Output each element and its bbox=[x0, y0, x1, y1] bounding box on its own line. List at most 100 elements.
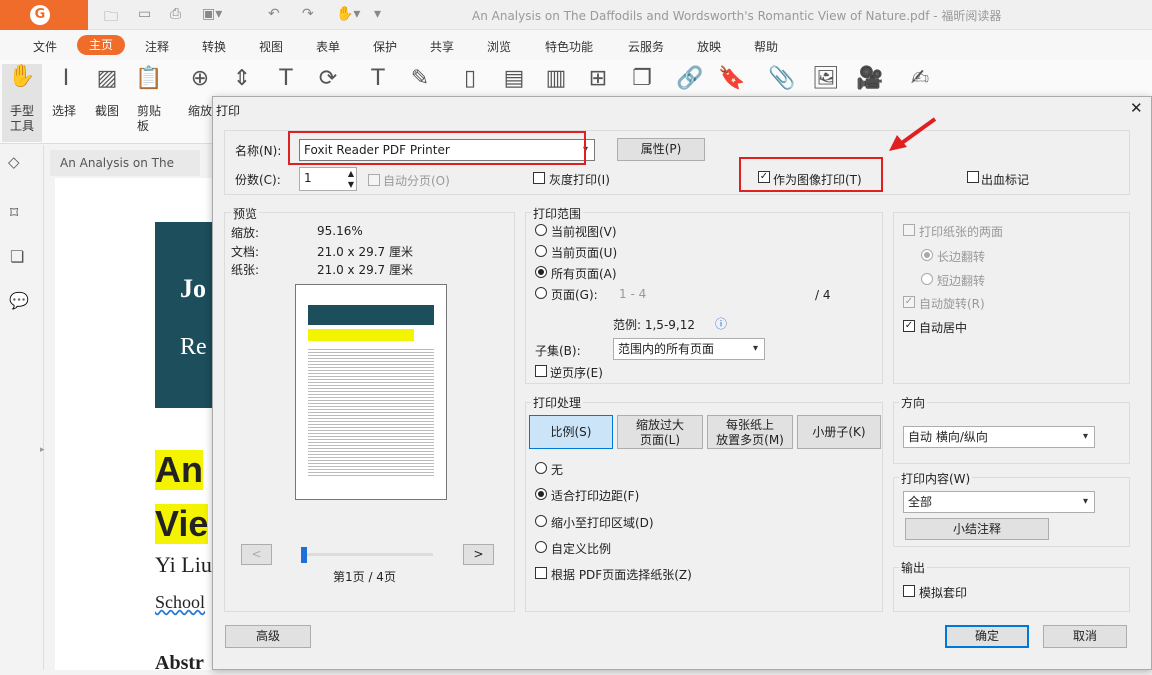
clipboard-label[interactable]: 剪贴 板 bbox=[137, 104, 161, 134]
bookmark-ribbon-icon[interactable]: 🔖 bbox=[714, 66, 750, 96]
attach-icon[interactable]: 📎 bbox=[764, 66, 800, 96]
shrink-radio[interactable] bbox=[535, 515, 547, 527]
collate-checkbox[interactable] bbox=[368, 174, 380, 186]
text-icon[interactable]: T bbox=[268, 66, 304, 96]
save-icon[interactable]: ▭ bbox=[138, 6, 151, 22]
ok-button[interactable]: 确定 bbox=[945, 625, 1029, 648]
both-sides-checkbox[interactable] bbox=[903, 224, 915, 236]
auto-rotate-checkbox[interactable]: ✓ bbox=[903, 296, 915, 308]
undo-icon[interactable]: ↶ bbox=[268, 6, 280, 22]
page-slider-track[interactable] bbox=[301, 553, 433, 556]
grayscale-checkbox[interactable] bbox=[533, 172, 545, 184]
select-icon[interactable]: Ⅰ bbox=[48, 66, 84, 96]
tab-booklet[interactable]: 小册子(K) bbox=[797, 415, 881, 449]
bleed-marks-checkbox[interactable] bbox=[967, 171, 979, 183]
doc-title-line-1: An bbox=[155, 449, 203, 490]
print-icon[interactable]: ⎙ bbox=[170, 6, 181, 22]
hand-icon: ✋ bbox=[8, 64, 36, 89]
pages-icon[interactable]: ❏ bbox=[10, 247, 24, 266]
scale-none-radio[interactable] bbox=[535, 462, 547, 474]
eraser-icon[interactable]: ◇ bbox=[8, 153, 20, 171]
cancel-button[interactable]: 取消 bbox=[1043, 625, 1127, 648]
open-icon[interactable]: 🗀 bbox=[104, 6, 118, 30]
orientation-select[interactable]: 自动 横向/纵向 ▾ bbox=[903, 426, 1095, 448]
expand-panel-icon[interactable]: ▸ bbox=[40, 445, 45, 455]
current-view-radio[interactable] bbox=[535, 224, 547, 236]
page-icon[interactable]: ▯ bbox=[452, 66, 488, 96]
menu-browse[interactable]: 浏览 bbox=[487, 38, 511, 55]
info-icon[interactable]: ⓘ bbox=[715, 315, 727, 332]
menu-help[interactable]: 帮助 bbox=[754, 38, 778, 55]
advanced-button[interactable]: 高级 bbox=[225, 625, 311, 648]
menu-convert[interactable]: 转换 bbox=[202, 38, 226, 55]
close-icon[interactable]: ✕ bbox=[1130, 99, 1143, 117]
zoom-label[interactable]: 缩放 bbox=[188, 104, 212, 119]
print-content-value: 全部 bbox=[908, 495, 933, 509]
menu-slideshow[interactable]: 放映 bbox=[697, 38, 721, 55]
copies-input[interactable]: 1 ▲ ▼ bbox=[299, 167, 357, 191]
prev-page-button[interactable]: < bbox=[241, 544, 272, 565]
next-page-button[interactable]: > bbox=[463, 544, 494, 565]
long-edge-radio[interactable] bbox=[921, 249, 933, 261]
short-edge-label: 短边翻转 bbox=[937, 274, 986, 288]
hand-tool-button[interactable]: ✋ 手型 工具 bbox=[2, 64, 42, 142]
all-pages-radio[interactable] bbox=[535, 266, 547, 278]
video-icon[interactable]: 🎥 bbox=[852, 66, 888, 96]
choose-paper-checkbox[interactable] bbox=[535, 567, 547, 579]
menu-share[interactable]: 共享 bbox=[430, 38, 454, 55]
tab-scale[interactable]: 比例(S) bbox=[529, 415, 613, 449]
screenshot-icon[interactable]: ▨ bbox=[89, 66, 125, 96]
simulate-overprint-checkbox[interactable] bbox=[903, 585, 915, 597]
menu-comment[interactable]: 注释 bbox=[145, 38, 169, 55]
document-tab[interactable]: An Analysis on The Daf... bbox=[50, 150, 200, 196]
current-page-radio[interactable] bbox=[535, 245, 547, 257]
page-slider-thumb[interactable] bbox=[301, 547, 307, 563]
menu-view[interactable]: 视图 bbox=[259, 38, 283, 55]
pages-range-input[interactable]: 1 - 4 bbox=[619, 287, 646, 301]
bookmark-icon[interactable]: ⌑ bbox=[10, 203, 18, 222]
menu-features[interactable]: 特色功能 bbox=[545, 38, 593, 55]
clipboard-icon[interactable]: 📋 bbox=[131, 66, 167, 96]
tab-tile-large[interactable]: 缩放过大 页面(L) bbox=[617, 415, 703, 449]
typewriter-icon[interactable]: T bbox=[360, 66, 396, 96]
menu-home[interactable]: 主页 bbox=[77, 35, 125, 55]
redo-icon[interactable]: ↷ bbox=[302, 6, 314, 22]
screen-icon[interactable]: ▣▾ bbox=[202, 6, 222, 22]
hand-quick-icon[interactable]: ✋▾ bbox=[336, 6, 360, 22]
rotate-icon[interactable]: ⟳ bbox=[310, 66, 346, 96]
properties-button[interactable]: 属性(P) bbox=[617, 138, 705, 161]
screenshot-label[interactable]: 截图 bbox=[95, 104, 119, 119]
custom-scale-radio[interactable] bbox=[535, 541, 547, 553]
subset-select[interactable]: 范围内的所有页面 ▾ bbox=[613, 338, 765, 360]
pages-radio[interactable] bbox=[535, 287, 547, 299]
menu-cloud[interactable]: 云服务 bbox=[628, 38, 664, 55]
fit-margins-radio[interactable] bbox=[535, 488, 547, 500]
tab-multiple-pages[interactable]: 每张纸上 放置多页(M) bbox=[707, 415, 793, 449]
menu-protect[interactable]: 保护 bbox=[373, 38, 397, 55]
sign-icon[interactable]: ✍ bbox=[902, 66, 938, 96]
image-icon[interactable]: 🖼 bbox=[808, 66, 844, 96]
zoom-icon[interactable]: ⊕ bbox=[182, 66, 218, 96]
summarize-comments-button[interactable]: 小结注释 bbox=[905, 518, 1049, 540]
link-icon[interactable]: 🔗 bbox=[672, 66, 708, 96]
reverse-checkbox[interactable] bbox=[535, 365, 547, 377]
fit-page-icon[interactable]: ⇕ bbox=[224, 66, 260, 96]
auto-center-checkbox[interactable]: ✓ bbox=[903, 320, 915, 332]
printer-highlight-box bbox=[288, 131, 586, 165]
spinner-icon[interactable]: ▲ ▼ bbox=[348, 168, 354, 190]
select-label[interactable]: 选择 bbox=[52, 104, 76, 119]
page-add-icon[interactable]: ⊞ bbox=[580, 66, 616, 96]
short-edge-radio[interactable] bbox=[921, 273, 933, 285]
menu-file[interactable]: 文件 bbox=[33, 38, 57, 55]
highlight-icon[interactable]: ✎ bbox=[402, 66, 438, 96]
print-content-select[interactable]: 全部 ▾ bbox=[903, 491, 1095, 513]
menu-form[interactable]: 表单 bbox=[316, 38, 340, 55]
page-extract-icon[interactable]: ▥ bbox=[538, 66, 574, 96]
page-copy-icon[interactable]: ❐ bbox=[624, 66, 660, 96]
page-insert-icon[interactable]: ▤ bbox=[496, 66, 532, 96]
comment-icon[interactable]: 💬 bbox=[9, 291, 29, 310]
app-logo[interactable]: G bbox=[0, 0, 88, 30]
customize-icon[interactable]: ▾ bbox=[374, 6, 381, 22]
title-bar: G 🗀 ▭ ⎙ ▣▾ ↶ ↷ ✋▾ ▾ An Analysis on The D… bbox=[0, 0, 1152, 30]
print-as-image-checkbox[interactable]: ✓ bbox=[758, 171, 770, 183]
